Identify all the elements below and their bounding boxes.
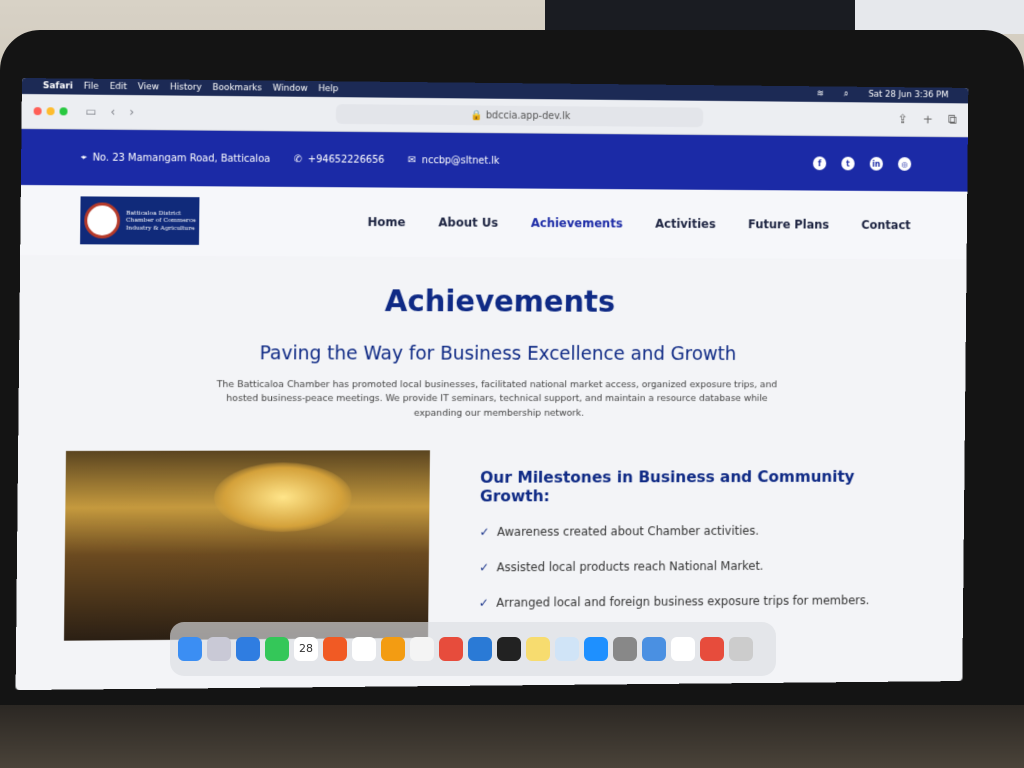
lock-icon: 🔒	[471, 110, 486, 121]
page-title: Achievements	[19, 283, 966, 320]
location-icon: ⌖	[81, 152, 87, 163]
laptop-screen: Safari File Edit View History Bookmarks …	[16, 78, 969, 690]
background-screen	[855, 0, 1024, 34]
share-icon[interactable]: ⇪	[897, 112, 907, 127]
contact-topbar: ⌖ No. 23 Mamangam Road, Batticaloa ✆ +9465…	[21, 129, 968, 192]
list-item: ✓ Arranged local and foreign business exp…	[479, 593, 918, 610]
main-content: Achievements Paving the Way for Business…	[16, 283, 966, 651]
window-controls	[34, 107, 68, 115]
system-settings-icon[interactable]	[613, 637, 637, 661]
phone-link[interactable]: +94652226656	[308, 154, 385, 165]
email-link[interactable]: nccbp@sltnet.lk	[422, 155, 500, 166]
logo-line2: Chamber of Commerce	[126, 217, 196, 225]
notes-icon[interactable]	[526, 637, 550, 661]
brave-beta-icon[interactable]	[700, 637, 724, 661]
wifi-icon[interactable]: ≋	[817, 89, 824, 99]
zoom-button[interactable]	[60, 107, 68, 115]
page-subtitle: Paving the Way for Business Excellence a…	[19, 342, 966, 365]
sidebar-icon[interactable]: ▭	[85, 105, 96, 119]
check-icon: ✓	[479, 560, 489, 574]
milestones-section: Our Milestones in Business and Community…	[479, 467, 920, 632]
logo-line3: Industry & Agriculture	[126, 224, 196, 232]
menu-help[interactable]: Help	[318, 84, 338, 94]
list-item: ✓ Awareness created about Chamber activit…	[480, 523, 919, 539]
trash-icon[interactable]	[729, 637, 753, 661]
menu-history[interactable]: History	[170, 83, 202, 93]
menu-view[interactable]: View	[138, 82, 159, 92]
milestones-title: Our Milestones in Business and Community…	[480, 467, 920, 505]
menu-edit[interactable]: Edit	[110, 82, 127, 92]
address-bar[interactable]: 🔒 bdccia.app-dev.lk	[336, 104, 703, 127]
site-navbar: Batticaloa District Chamber of Commerce …	[20, 185, 967, 259]
mail-app-icon[interactable]	[642, 637, 666, 661]
nav-activities[interactable]: Activities	[655, 217, 716, 231]
swift-icon[interactable]	[323, 637, 347, 661]
nav-contact[interactable]: Contact	[861, 218, 910, 232]
instagram-icon[interactable]: ◎	[898, 157, 911, 171]
vlc-icon[interactable]	[381, 637, 405, 661]
back-icon[interactable]: ‹	[111, 105, 116, 119]
brave-icon[interactable]	[439, 637, 463, 661]
slack-icon[interactable]	[671, 637, 695, 661]
hall-photo	[64, 450, 430, 640]
new-tab-icon[interactable]: +	[923, 112, 933, 127]
vscode-icon[interactable]	[468, 637, 492, 661]
chamber-seal	[84, 202, 120, 238]
phone-icon: ✆	[294, 154, 302, 165]
nav-future-plans[interactable]: Future Plans	[748, 217, 829, 231]
twitter-icon[interactable]: t	[841, 157, 854, 171]
intro-paragraph: The Batticaloa Chamber has promoted loca…	[206, 378, 787, 420]
menu-app[interactable]: Safari	[43, 81, 73, 91]
facebook-icon[interactable]: f	[813, 156, 826, 170]
mongodb-icon[interactable]	[410, 637, 434, 661]
linkedin-icon[interactable]: in	[870, 157, 883, 171]
background-monitor	[545, 0, 855, 30]
calendar-icon[interactable]: 28	[294, 637, 318, 661]
check-icon: ✓	[479, 596, 489, 610]
chamber-logo[interactable]: Batticaloa District Chamber of Commerce …	[80, 196, 199, 245]
search-icon[interactable]: ⌕	[844, 90, 849, 100]
macos-dock: 28	[170, 622, 776, 676]
nav-about-us[interactable]: About Us	[438, 216, 498, 230]
forward-icon[interactable]: ›	[129, 105, 134, 119]
address-text: No. 23 Mamangam Road, Batticaloa	[92, 152, 270, 164]
menu-bookmarks[interactable]: Bookmarks	[212, 83, 262, 93]
freeform-icon[interactable]	[555, 637, 579, 661]
check-icon: ✓	[480, 525, 490, 539]
nav-achievements[interactable]: Achievements	[531, 216, 623, 230]
tabs-overview-icon[interactable]: ⧉	[948, 112, 957, 127]
finder-icon[interactable]	[178, 637, 202, 661]
reminders-icon[interactable]	[352, 637, 376, 661]
url-text: bdccia.app-dev.lk	[486, 110, 571, 122]
close-button[interactable]	[34, 107, 42, 115]
laptop-keyboard	[0, 705, 1024, 768]
app-store-icon[interactable]	[584, 637, 608, 661]
menubar-clock[interactable]: Sat 28 Jun 3:36 PM	[868, 90, 948, 101]
list-item: ✓ Assisted local products reach National …	[479, 558, 918, 574]
mail-icon: ✉	[408, 155, 416, 166]
safari-icon[interactable]	[236, 637, 260, 661]
terminal-icon[interactable]	[497, 637, 521, 661]
menu-window[interactable]: Window	[273, 84, 308, 94]
menu-file[interactable]: File	[84, 82, 99, 92]
messages-icon[interactable]	[265, 637, 289, 661]
minimize-button[interactable]	[47, 107, 55, 115]
chandelier-light	[214, 462, 352, 532]
launchpad-icon[interactable]	[207, 637, 231, 661]
nav-home[interactable]: Home	[367, 215, 405, 229]
